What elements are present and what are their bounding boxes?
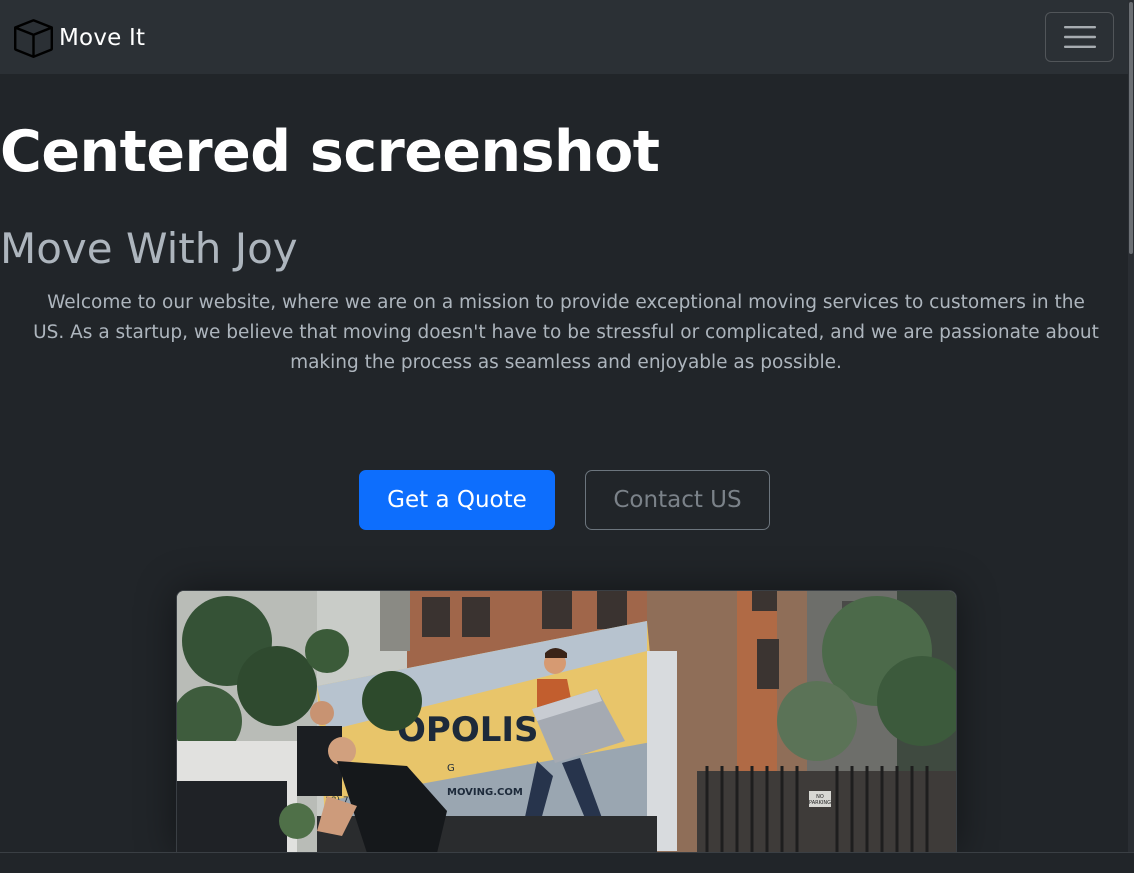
scrollbar-thumb[interactable] (1129, 2, 1133, 254)
get-quote-button[interactable]: Get a Quote (359, 470, 555, 530)
navbar-toggler-button[interactable] (1045, 12, 1114, 62)
brand-link[interactable]: Move It (14, 19, 145, 58)
hero-lead-text: Welcome to our website, where we are on … (33, 292, 1099, 373)
truck-url-text: MOVING.COM (447, 787, 523, 798)
brand-text: Move It (59, 25, 146, 51)
truck-letter-text: G (447, 763, 455, 774)
hero-subtitle: Move With Joy (0, 224, 298, 273)
bottom-edge (0, 852, 1134, 873)
truck-brand-text: OPOLIS (397, 710, 539, 750)
contact-us-button[interactable]: Contact US (585, 470, 770, 530)
hero-screenshot-image: NO PARKING OPOLIS G MOVING.COM 18) 7 520 (176, 590, 957, 853)
navbar: Move It (0, 0, 1134, 74)
sign-text-2: PARKING (809, 800, 831, 806)
page-title: Centered screenshot (0, 119, 660, 185)
box-icon (14, 19, 53, 58)
hamburger-icon (1063, 26, 1096, 48)
